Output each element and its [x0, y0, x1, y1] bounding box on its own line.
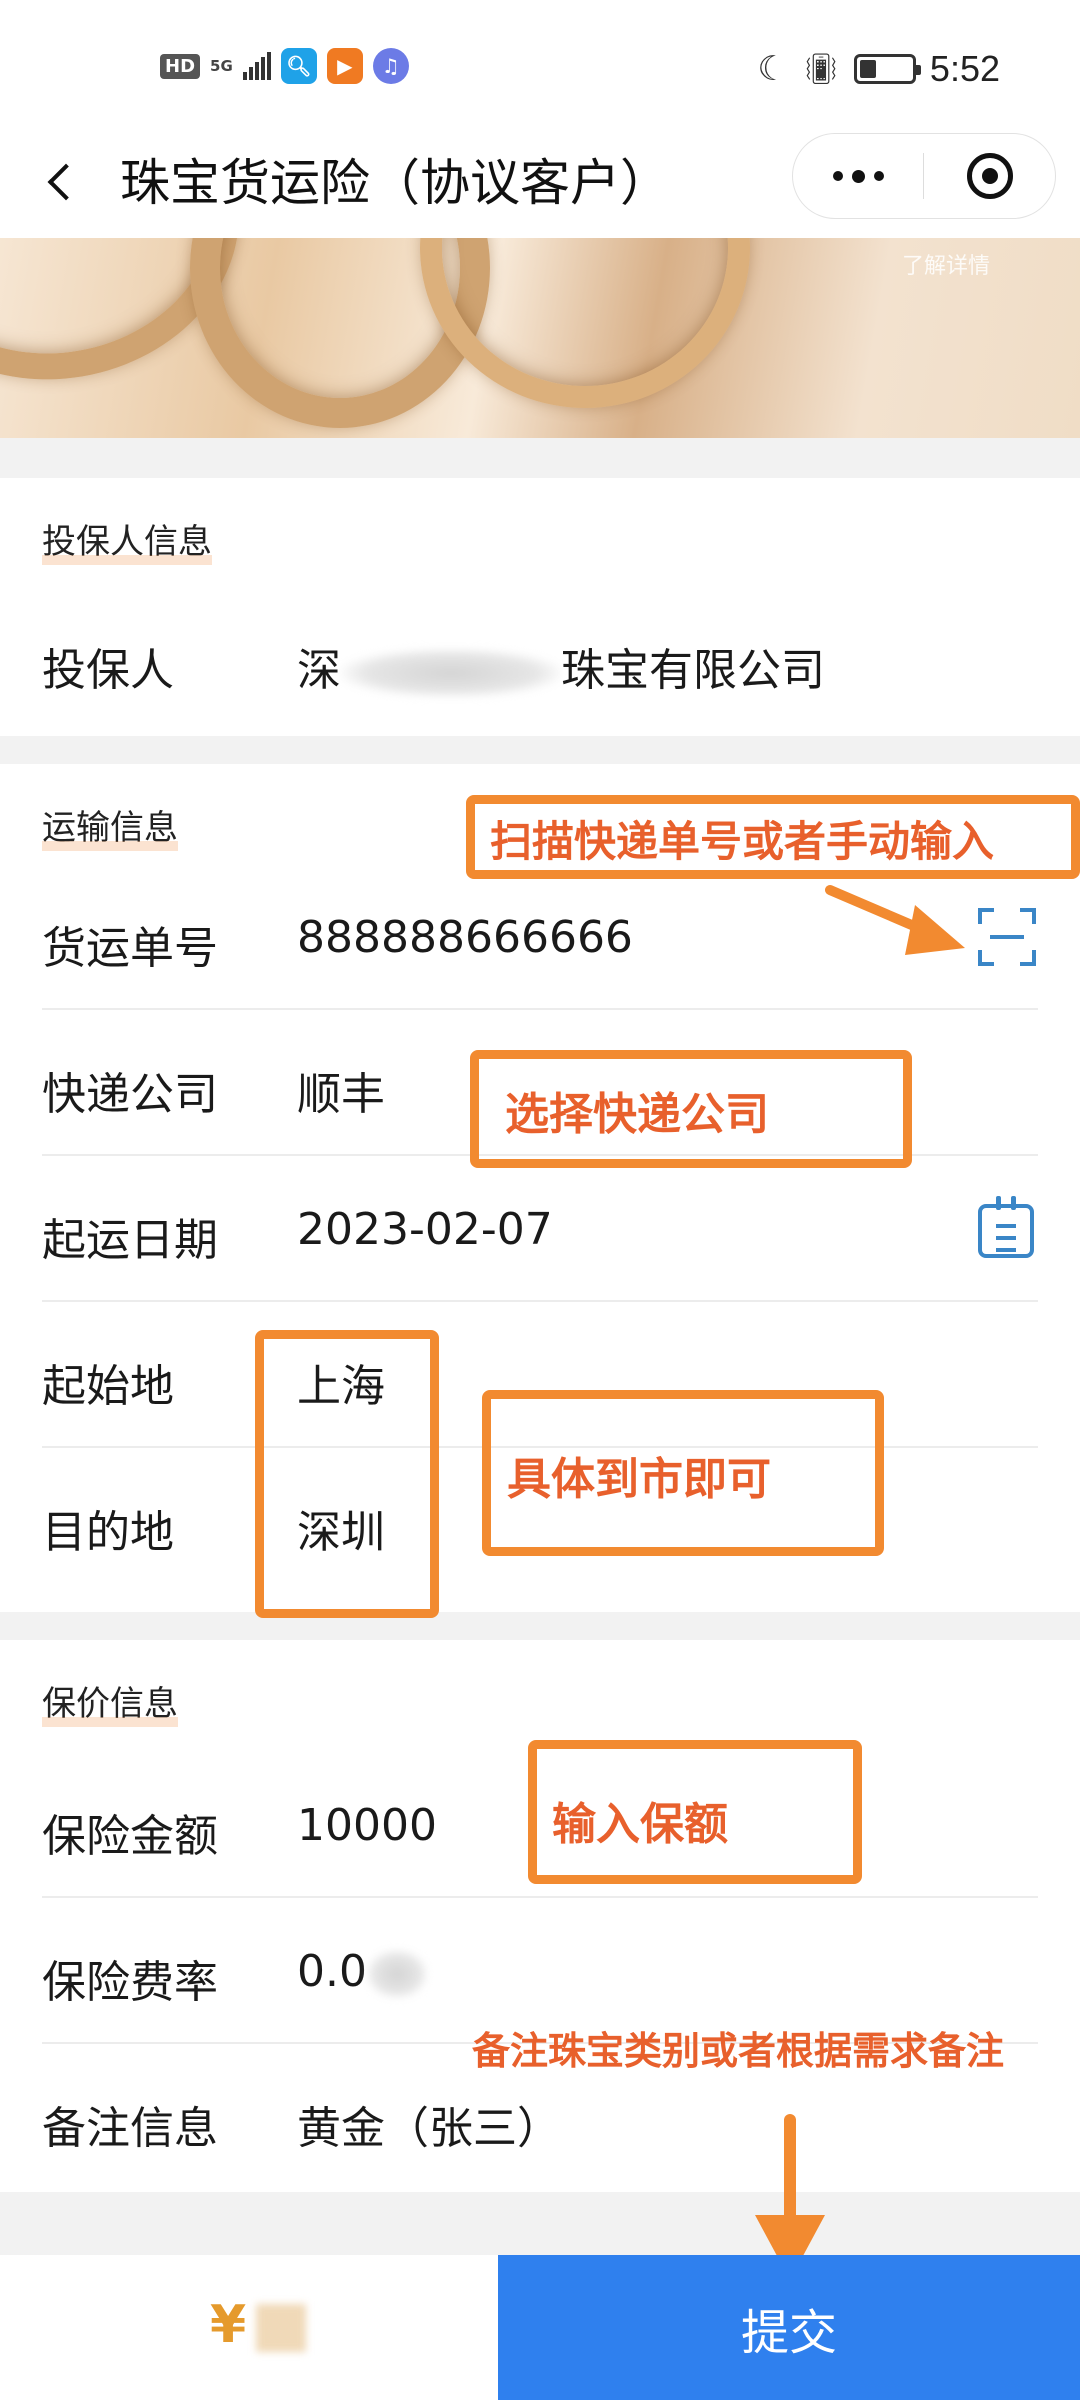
- annotation-courier-text: 选择快递公司: [505, 1089, 769, 1140]
- tracking-number-input[interactable]: 888888666666: [297, 912, 633, 963]
- section-heading: 投保人信息: [42, 514, 212, 565]
- mini-program-capsule: [792, 133, 1056, 219]
- product-banner[interactable]: 了解详情: [0, 238, 1080, 438]
- annotation-box-cities: [255, 1330, 439, 1618]
- ring-image: [420, 238, 750, 408]
- annotation-remark-text: 备注珠宝类别或者根据需求备注: [472, 2029, 1005, 2073]
- do-not-disturb-icon: ☾: [757, 49, 788, 89]
- mini-program-close-icon[interactable]: [924, 134, 1055, 218]
- calendar-icon[interactable]: [978, 1196, 1034, 1258]
- bottom-bar: ¥ 提交: [0, 2255, 1080, 2400]
- rate-text: 0.0: [297, 1946, 367, 1997]
- row-label: 快递公司: [42, 1069, 218, 1120]
- rate-value: 0.0: [297, 1946, 427, 1998]
- insured-value-section: 保价信息 保险金额 10000 保险费率 0.0 备注信息 黄金（张三）: [0, 1640, 1080, 2192]
- annotation-scan-text: 扫描快递单号或者手动输入: [490, 817, 995, 866]
- redacted-area: [366, 1950, 427, 1998]
- tracking-number-row[interactable]: 货运单号 888888666666: [42, 864, 1038, 1010]
- currency-symbol: ¥: [210, 2295, 247, 2355]
- more-dots-icon[interactable]: [793, 134, 923, 218]
- page-title: 珠宝货运险（协议客户）: [120, 154, 670, 212]
- vibrate-icon: 📳︎: [801, 51, 840, 87]
- row-label: 起始地: [42, 1361, 174, 1412]
- scan-icon[interactable]: [976, 906, 1038, 968]
- music-app-icon: ♫: [372, 48, 409, 84]
- applicant-value: 深 珠宝有限公司: [297, 634, 825, 698]
- row-label: 投保人: [42, 645, 174, 696]
- row-label: 货运单号: [42, 923, 218, 974]
- premium-price: ¥: [210, 2295, 307, 2355]
- applicant-section: 投保人信息 投保人 深 珠宝有限公司: [0, 478, 1080, 736]
- row-label: 备注信息: [42, 2103, 218, 2154]
- video-app-icon: ▶: [326, 48, 363, 84]
- row-label: 保险费率: [42, 1957, 218, 2008]
- ship-date-row[interactable]: 起运日期 2023-02-07: [42, 1156, 1038, 1302]
- redacted-area: [256, 2304, 307, 2352]
- status-left-icons: HD 5G 🔍︎ ▶ ♫: [160, 48, 409, 84]
- section-heading: 保价信息: [42, 1676, 178, 1727]
- applicant-row[interactable]: 投保人 深 珠宝有限公司: [42, 586, 1038, 732]
- network-type: 5G: [210, 57, 233, 75]
- annotation-amount-text: 输入保额: [552, 1799, 728, 1850]
- section-heading: 运输信息: [42, 800, 178, 851]
- clock: 5:52: [929, 48, 1000, 89]
- signal-icon: [242, 52, 271, 80]
- battery-icon: [853, 54, 921, 84]
- banner-detail-link[interactable]: 了解详情: [902, 248, 990, 280]
- status-right-icons: ☾ 📳︎ 5:52: [757, 48, 1000, 90]
- insured-amount-input[interactable]: 10000: [297, 1800, 437, 1851]
- courier-select[interactable]: 顺丰: [297, 1058, 385, 1122]
- redacted-area: [341, 649, 561, 697]
- annotation-city-text: 具体到市即可: [507, 1454, 771, 1505]
- search-app-icon: 🔍︎: [280, 48, 317, 84]
- chevron-left-icon[interactable]: [30, 152, 90, 212]
- status-bar: HD 5G 🔍︎ ▶ ♫ ☾ 📳︎ 5:52: [0, 0, 1080, 130]
- remark-input[interactable]: 黄金（张三）: [297, 2092, 561, 2156]
- submit-button[interactable]: 提交: [498, 2255, 1080, 2400]
- row-label: 保险金额: [42, 1811, 218, 1862]
- title-bar: 珠宝货运险（协议客户）: [0, 130, 1080, 238]
- row-label: 目的地: [42, 1507, 174, 1558]
- row-label: 起运日期: [42, 1215, 218, 1266]
- hd-badge: HD: [160, 53, 201, 79]
- applicant-name-suffix: 珠宝有限公司: [561, 645, 825, 696]
- ship-date-input[interactable]: 2023-02-07: [297, 1204, 553, 1255]
- applicant-name-prefix: 深: [297, 645, 341, 696]
